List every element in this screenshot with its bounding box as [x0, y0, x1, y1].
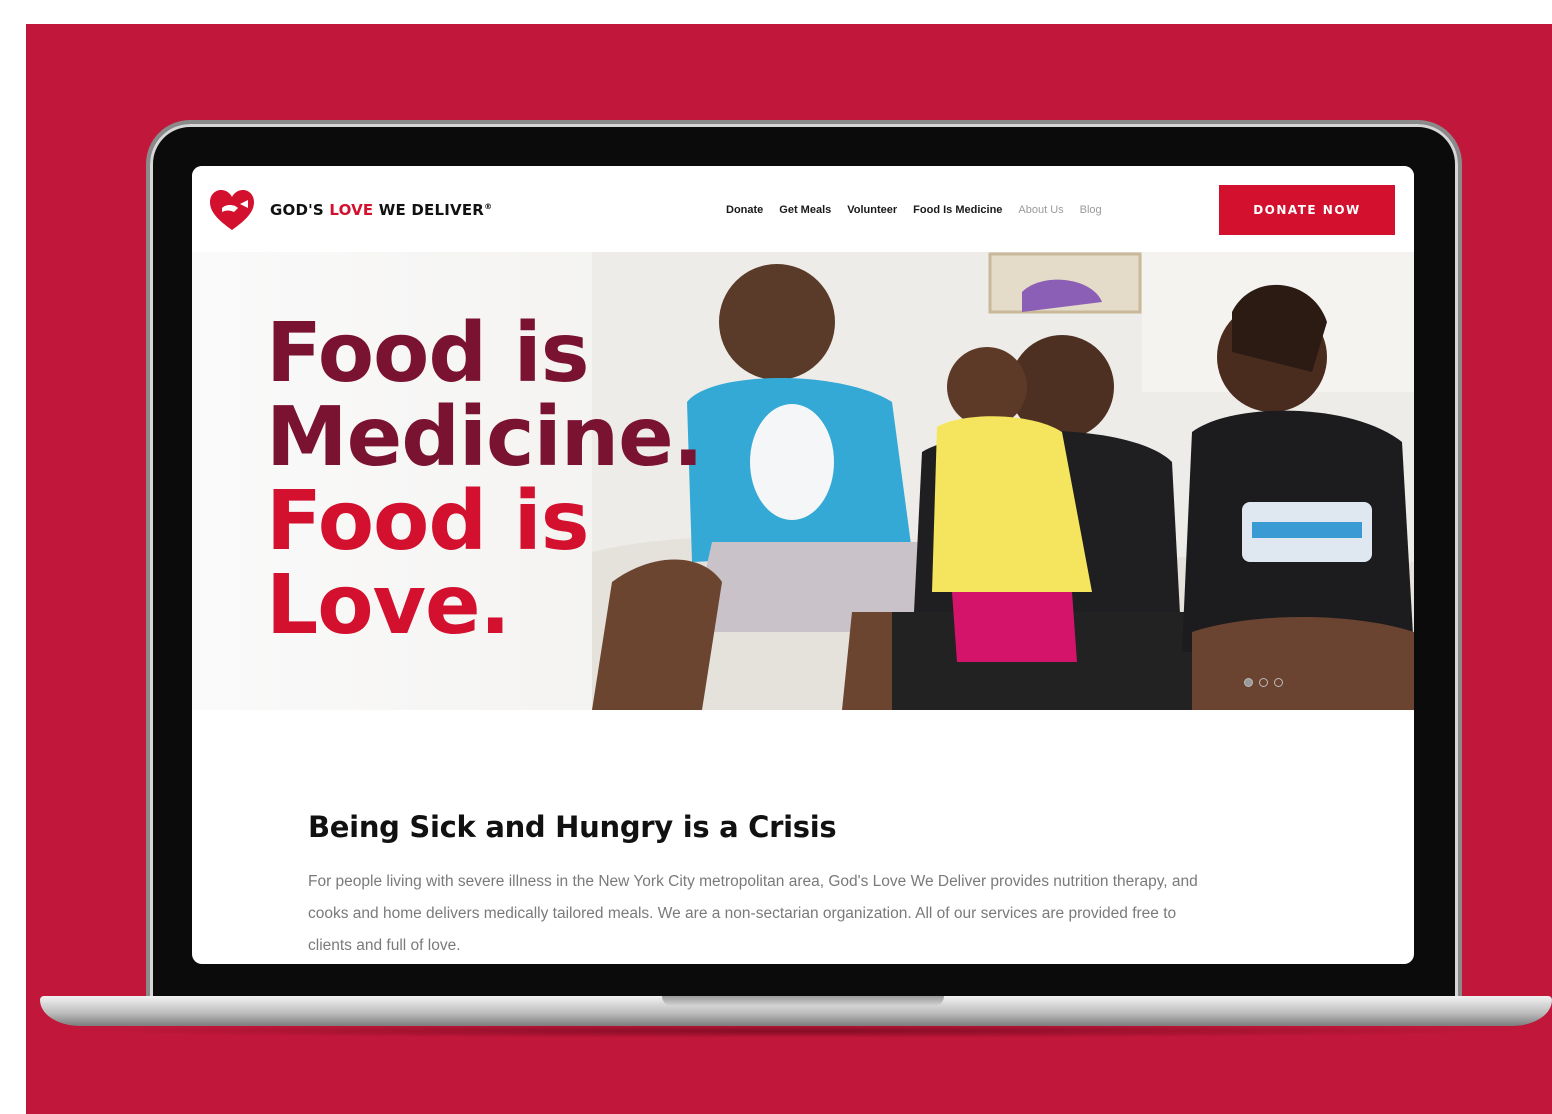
nav-item-donate[interactable]: Donate: [726, 204, 763, 216]
intro-heading: Being Sick and Hungry is a Crisis: [308, 810, 837, 844]
carousel-dot[interactable]: [1259, 678, 1268, 687]
heart-logo-icon: [210, 190, 254, 230]
nav-item-food-is-medicine[interactable]: Food Is Medicine: [913, 204, 1002, 216]
hero-headline: Food is Medicine. Food is Love.: [266, 306, 704, 653]
registered-mark: ®: [484, 202, 493, 211]
logo-text-part3: WE DELIVER: [373, 201, 485, 219]
logo-text-love: LOVE: [329, 201, 374, 219]
nav-item-about-us[interactable]: About Us: [1018, 204, 1063, 216]
laptop-screen: GOD'S LOVE WE DELIVER® Donate Get Meals …: [192, 166, 1414, 964]
logo-wordmark: GOD'S LOVE WE DELIVER®: [270, 201, 492, 219]
intro-body: For people living with severe illness in…: [308, 873, 1198, 954]
headline-line-1: Food is: [266, 306, 590, 401]
nav-item-blog[interactable]: Blog: [1080, 204, 1102, 216]
site-header: GOD'S LOVE WE DELIVER® Donate Get Meals …: [192, 166, 1414, 252]
intro-section: Being Sick and Hungry is a Crisis For pe…: [308, 810, 1228, 962]
laptop-notch: [662, 996, 944, 1006]
carousel-dot[interactable]: [1274, 678, 1283, 687]
nav-item-get-meals[interactable]: Get Meals: [779, 204, 831, 216]
headline-line-3: Food is: [266, 474, 590, 569]
headline-line-2: Medicine.: [266, 390, 704, 485]
hero-section: Food is Medicine. Food is Love.: [192, 252, 1414, 710]
site-logo[interactable]: GOD'S LOVE WE DELIVER®: [208, 188, 492, 232]
carousel-dot[interactable]: [1244, 678, 1253, 687]
headline-line-4: Love.: [266, 558, 511, 653]
logo-text-part1: GOD'S: [270, 201, 330, 219]
laptop-shadow: [80, 1024, 1510, 1038]
nav-item-volunteer[interactable]: Volunteer: [847, 204, 897, 216]
main-nav: Donate Get Meals Volunteer Food Is Medic…: [726, 204, 1102, 216]
hero-family-photo: [592, 252, 1414, 710]
donate-now-button[interactable]: DONATE NOW: [1219, 185, 1395, 235]
carousel-dots: [1244, 678, 1283, 687]
